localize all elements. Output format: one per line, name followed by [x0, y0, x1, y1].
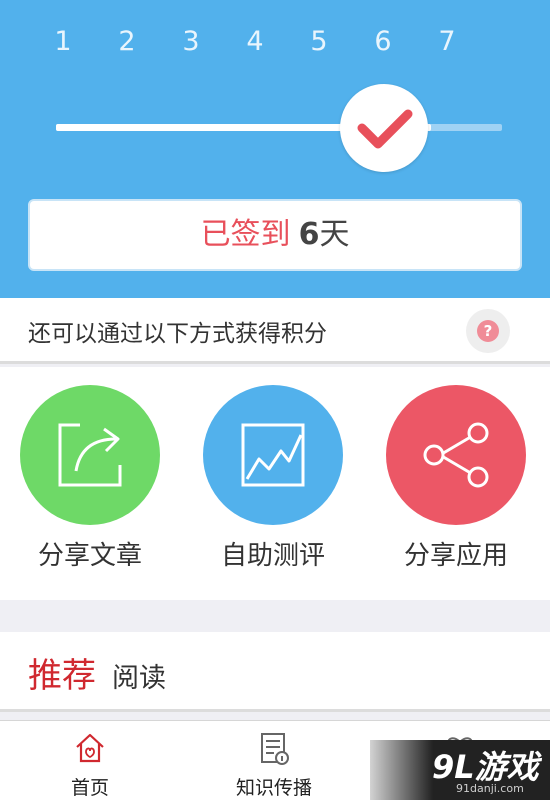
tab-home[interactable]: 首页 — [30, 721, 150, 800]
progress-track — [56, 124, 502, 131]
check-icon — [357, 109, 413, 149]
share-article-icon — [58, 423, 122, 487]
help-button[interactable]: ? — [466, 309, 510, 353]
recommend-title: 推荐 — [28, 656, 96, 696]
day-number-7: 7 — [438, 26, 456, 57]
signed-count: 6 — [298, 217, 320, 252]
tab-home-label: 首页 — [70, 777, 109, 799]
day-number-6: 6 — [374, 26, 392, 57]
share-app-label: 分享应用 — [403, 541, 508, 571]
self-assessment-label: 自助测评 — [220, 541, 325, 571]
self-assessment-circle — [203, 385, 343, 525]
progress-knob — [340, 84, 428, 172]
tab-knowledge[interactable]: 知识传播 — [214, 721, 334, 800]
recommend-reading-section[interactable]: 推荐 阅读 — [0, 632, 550, 712]
day-number-2: 2 — [118, 26, 136, 57]
signed-suffix: 天 — [319, 217, 350, 252]
earn-points-actions: 分享文章 自助测评 分享应用 — [0, 367, 550, 600]
signed-prefix: 已签到 — [200, 217, 291, 252]
share-icon — [423, 422, 489, 488]
day-numbers: 1 2 3 4 5 6 7 — [0, 26, 550, 66]
help-icon: ? — [477, 320, 499, 342]
knowledge-icon — [261, 733, 289, 765]
watermark: 9L游戏 91danji.com — [370, 740, 550, 800]
points-hint-text: 还可以通过以下方式获得积分 — [28, 321, 327, 347]
day-number-1: 1 — [54, 26, 72, 57]
home-icon — [76, 733, 104, 763]
signin-header: 1 2 3 4 5 6 7 已签到 6天 — [0, 0, 550, 298]
day-number-3: 3 — [182, 26, 200, 57]
recommend-subtitle: 阅读 — [112, 663, 166, 694]
share-article-label: 分享文章 — [37, 541, 142, 571]
watermark-site: 91danji.com — [456, 782, 524, 795]
day-number-4: 4 — [246, 26, 264, 57]
share-article-circle — [20, 385, 160, 525]
share-app-circle — [386, 385, 526, 525]
signed-days-button[interactable]: 已签到 6天 — [28, 199, 522, 271]
tab-knowledge-label: 知识传播 — [235, 777, 312, 799]
chart-icon — [241, 423, 305, 487]
day-number-5: 5 — [310, 26, 328, 57]
